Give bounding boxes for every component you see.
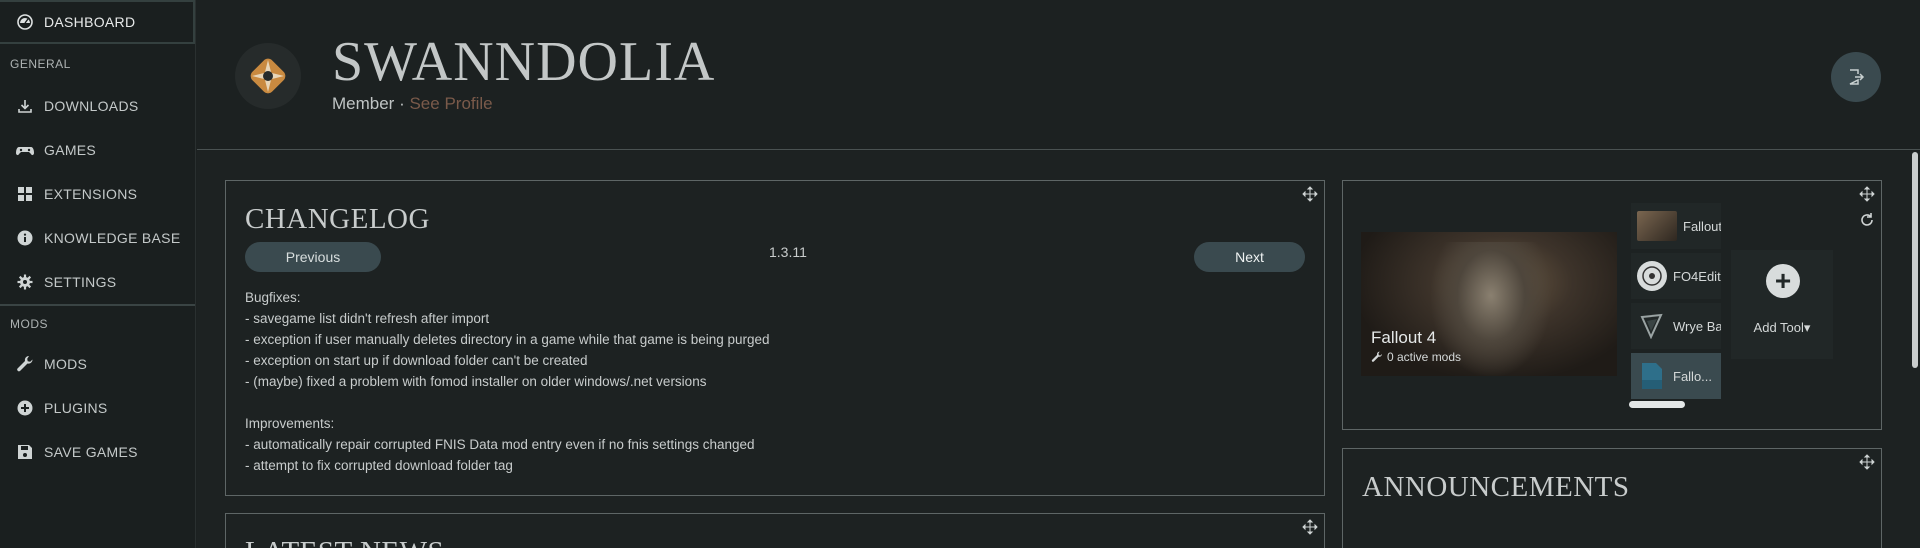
sidebar-item-dashboard[interactable]: DASHBOARD xyxy=(0,0,195,44)
sidebar-item-label: DOWNLOADS xyxy=(44,98,139,114)
gear-icon xyxy=(16,273,34,291)
dashboard-icon xyxy=(16,13,34,31)
profile-role: Member · xyxy=(332,94,410,113)
tool-item-selected[interactable]: Fallo... xyxy=(1631,353,1721,399)
sidebar-item-games[interactable]: GAMES xyxy=(0,128,195,172)
sidebar-item-label: MODS xyxy=(44,356,88,372)
changelog-line xyxy=(245,392,770,413)
tool-label: Wrye Bash xyxy=(1673,318,1721,334)
sidebar-item-label: PLUGINS xyxy=(44,400,108,416)
fallout-4-tool-icon xyxy=(1637,211,1677,241)
file-icon xyxy=(1637,361,1667,391)
tool-item[interactable]: FO4Edit xyxy=(1631,253,1721,299)
tool-item[interactable]: Fallout 4 xyxy=(1631,203,1721,249)
caret-down-icon: ▾ xyxy=(1803,320,1811,335)
sidebar-item-mods[interactable]: MODS xyxy=(0,342,195,386)
changelog-line: - exception on start up if download fold… xyxy=(245,353,588,368)
wrench-icon xyxy=(1371,351,1383,362)
active-mods-label: 0 active mods xyxy=(1387,350,1462,364)
sidebar-item-extensions[interactable]: EXTENSIONS xyxy=(0,172,195,216)
plus-icon: + xyxy=(1766,264,1800,298)
move-icon[interactable] xyxy=(1859,186,1875,202)
move-icon[interactable] xyxy=(1302,519,1318,535)
changelog-line: - exception if user manually deletes dir… xyxy=(245,332,770,347)
announcements-panel: ANNOUNCEMENTS xyxy=(1342,448,1882,548)
tool-list-scrollbar[interactable] xyxy=(1629,401,1685,408)
sidebar-item-label: SAVE GAMES xyxy=(44,444,138,460)
latest-news-title: LATEST NEWS xyxy=(245,536,444,548)
gamepad-icon xyxy=(16,141,34,159)
move-icon[interactable] xyxy=(1859,454,1875,470)
logout-button[interactable] xyxy=(1831,52,1881,102)
info-icon xyxy=(16,229,34,247)
profile-username: SWANNDOLIA xyxy=(332,31,716,93)
latest-news-panel: LATEST NEWS xyxy=(225,513,1325,548)
changelog-line: Bugfixes: xyxy=(245,290,301,305)
refresh-icon[interactable] xyxy=(1859,212,1875,228)
sidebar-item-save-games[interactable]: SAVE GAMES xyxy=(0,430,195,474)
changelog-line: - automatically repair corrupted FNIS Da… xyxy=(245,437,755,452)
extensions-icon xyxy=(16,185,34,203)
wrench-icon xyxy=(16,355,34,373)
tool-label: Fallout 4 xyxy=(1683,218,1721,234)
sidebar-section-mods: MODS xyxy=(10,317,48,331)
fo4edit-icon xyxy=(1637,261,1667,291)
game-name: Fallout 4 xyxy=(1371,328,1437,347)
changelog-body: Bugfixes: - savegame list didn't refresh… xyxy=(245,287,770,476)
changelog-line: Improvements: xyxy=(245,416,335,431)
changelog-line: - attempt to fix corrupted download fold… xyxy=(245,458,513,473)
sidebar-section-general: GENERAL xyxy=(10,57,71,71)
changelog-line: - savegame list didn't refresh after imp… xyxy=(245,311,490,326)
changelog-title: CHANGELOG xyxy=(245,203,430,235)
scrollbar[interactable] xyxy=(1912,152,1918,368)
sidebar-item-label: GAMES xyxy=(44,142,97,158)
sidebar-item-label: EXTENSIONS xyxy=(44,186,138,202)
tool-label: Fallo... xyxy=(1673,368,1713,384)
profile-subtitle: Member · See Profile xyxy=(332,94,493,114)
download-icon xyxy=(16,97,34,115)
sidebar-item-plugins[interactable]: PLUGINS xyxy=(0,386,195,430)
game-card-fallout-4[interactable]: Fallout 4 0 active mods xyxy=(1361,232,1617,376)
changelog-version: 1.3.11 xyxy=(769,244,807,260)
changelog-panel: CHANGELOG Previous 1.3.11 Next Bugfixes:… xyxy=(225,180,1325,496)
tool-label: FO4Edit xyxy=(1673,268,1721,284)
wrye-bash-icon xyxy=(1637,311,1667,341)
sidebar-item-label: SETTINGS xyxy=(44,274,117,290)
active-mods-count: 0 active mods xyxy=(1371,350,1461,364)
starter-panel: Fallout 4 0 active mods Fallout 4 FO4Edi… xyxy=(1342,180,1882,430)
logout-icon xyxy=(1849,69,1865,85)
profile-header: SWANNDOLIA Member · See Profile xyxy=(197,0,1920,150)
tool-item[interactable]: Wrye Bash xyxy=(1631,303,1721,349)
sidebar-item-downloads[interactable]: DOWNLOADS xyxy=(0,84,195,128)
vortex-logo-icon xyxy=(250,58,286,94)
announcements-title: ANNOUNCEMENTS xyxy=(1362,471,1630,503)
see-profile-link[interactable]: See Profile xyxy=(409,94,492,113)
tool-list: Fallout 4 FO4Edit Wrye Bash Fallo... xyxy=(1631,203,1721,399)
plus-circle-icon xyxy=(16,399,34,417)
floppy-icon xyxy=(16,443,34,461)
add-tool-text: Add Tool xyxy=(1753,320,1804,335)
add-tool-button[interactable]: + Add Tool▾ xyxy=(1731,250,1833,359)
sidebar-item-settings[interactable]: SETTINGS xyxy=(0,260,195,304)
sidebar-item-knowledge-base[interactable]: KNOWLEDGE BASE xyxy=(0,216,195,260)
sidebar-item-label: DASHBOARD xyxy=(44,14,136,30)
changelog-line: - (maybe) fixed a problem with fomod ins… xyxy=(245,374,707,389)
sidebar-item-label: KNOWLEDGE BASE xyxy=(44,230,181,246)
avatar[interactable] xyxy=(235,43,301,109)
add-tool-label: Add Tool▾ xyxy=(1731,320,1833,336)
move-icon[interactable] xyxy=(1302,186,1318,202)
sidebar: DASHBOARD GENERAL DOWNLOADS GAMES EXTENS… xyxy=(0,0,196,548)
next-button[interactable]: Next xyxy=(1194,242,1305,272)
previous-button[interactable]: Previous xyxy=(245,242,381,272)
